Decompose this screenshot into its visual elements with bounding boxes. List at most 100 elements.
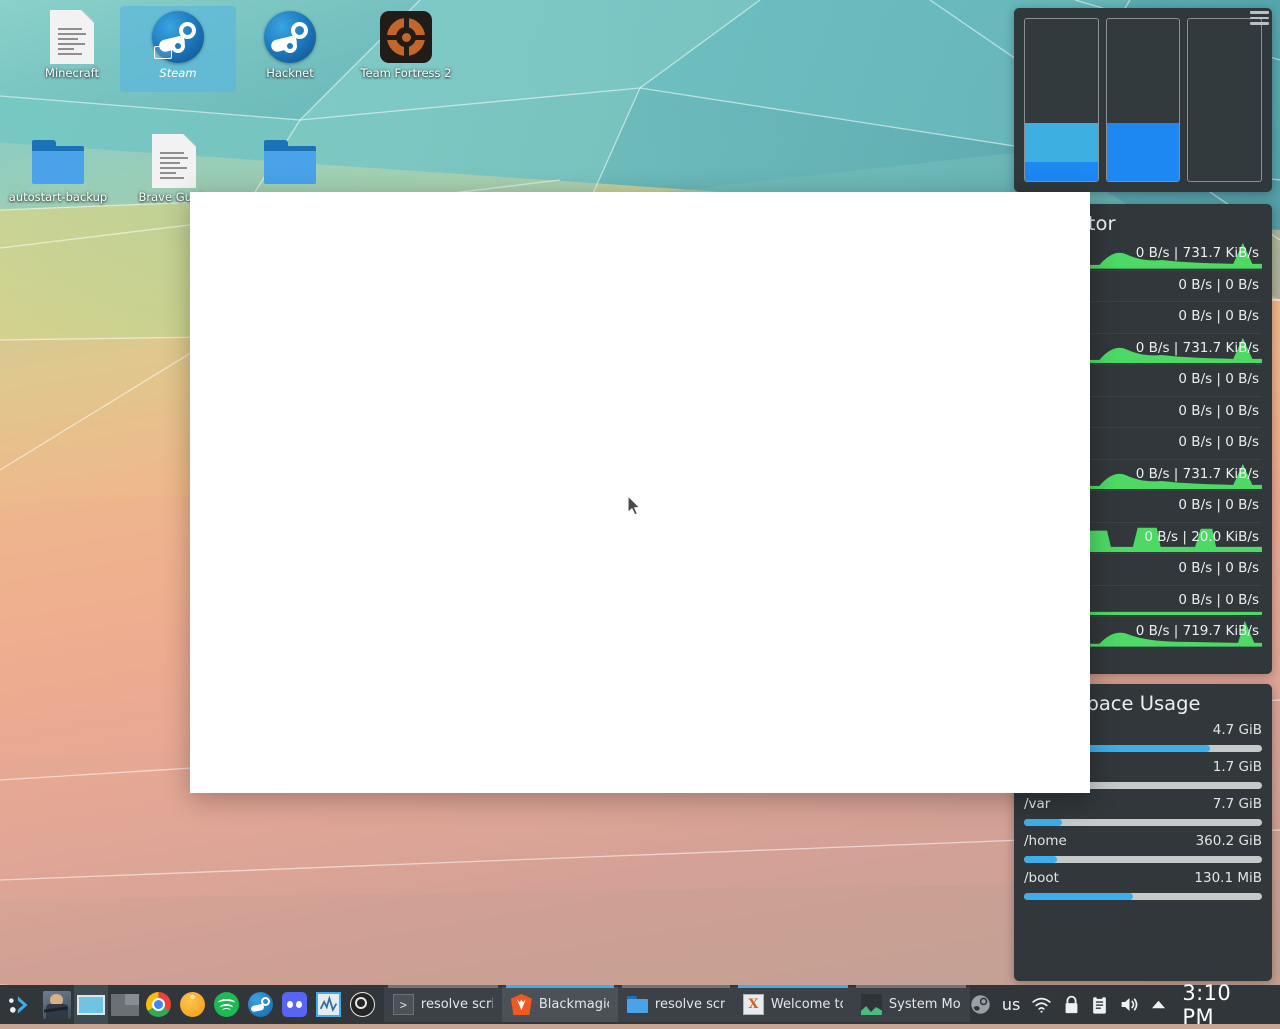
- fortnite-launcher[interactable]: [40, 985, 74, 1024]
- steam-icon: [248, 992, 274, 1017]
- chevron-up-icon: [1152, 1000, 1166, 1009]
- wxmaxima-icon: [316, 992, 342, 1017]
- gray-window-icon: [110, 993, 139, 1016]
- task-indicator: [621, 985, 730, 988]
- disk-io-value: 0 B/s | 731.7 KiB/s: [1135, 465, 1259, 482]
- steam-icon: [263, 10, 317, 64]
- document-icon: [45, 10, 99, 64]
- fortnite-icon: [49, 993, 63, 1005]
- taskbar-task-system-monitor[interactable]: System Mon...: [851, 985, 970, 1022]
- mount-size: 360.2 GiB: [1195, 833, 1262, 849]
- task-label: resolve scri...: [420, 997, 493, 1012]
- disk-io-value: 0 B/s | 0 B/s: [1178, 276, 1259, 293]
- keyboard-layout-indicator[interactable]: us: [1002, 995, 1020, 1014]
- desktop-icon-label: Team Fortress 2: [360, 66, 452, 80]
- desktop-icon-label: Hacknet: [266, 66, 314, 80]
- orange-launcher[interactable]: [176, 985, 210, 1024]
- desktop-icon-autostart-backup[interactable]: autostart-backup: [0, 130, 116, 216]
- task-indicator: [737, 985, 848, 988]
- workspace-pager-widget[interactable]: [1014, 8, 1272, 192]
- disk-io-value: 0 B/s | 731.7 KiB/s: [1135, 245, 1259, 261]
- task-indicator: [855, 985, 966, 988]
- taskbar-task-blackmagic[interactable]: Blackmagic ...: [501, 985, 618, 1022]
- disk-io-value: 0 B/s | 0 B/s: [1178, 371, 1259, 387]
- kde-logo-icon: [8, 995, 28, 1014]
- mount-size: 7.7 GiB: [1212, 796, 1262, 812]
- desktop-icon-hacknet[interactable]: Hacknet: [232, 6, 348, 92]
- mount-size: 1.7 GiB: [1212, 759, 1262, 775]
- mount-label: /home: [1024, 833, 1067, 849]
- workspace-3[interactable]: [1187, 18, 1263, 182]
- obs-launcher[interactable]: [346, 985, 380, 1024]
- folder-icon: [31, 134, 85, 188]
- mount-label: /var: [1024, 796, 1051, 812]
- blank-white-window[interactable]: [190, 192, 1090, 793]
- window-thumbnail: [1025, 161, 1098, 181]
- desktop-icon-minecraft[interactable]: Minecraft: [14, 6, 130, 92]
- mount-size: 4.7 GiB: [1212, 722, 1262, 738]
- volume-icon[interactable]: [1119, 995, 1140, 1014]
- lock-icon[interactable]: [1063, 995, 1080, 1015]
- disk-io-value: 0 B/s | 0 B/s: [1178, 560, 1259, 576]
- clock[interactable]: 3:10 PM: [1177, 981, 1269, 1029]
- application-launcher-icon[interactable]: [0, 985, 40, 1024]
- spotify-launcher[interactable]: [210, 985, 244, 1024]
- list-item[interactable]: /boot 130.1 MiB: [1024, 870, 1262, 900]
- list-item[interactable]: /home 360.2 GiB: [1024, 833, 1262, 863]
- task-indicator: [505, 985, 614, 988]
- disk-io-value: 0 B/s | 731.7 KiB/s: [1135, 339, 1259, 356]
- desktop-icon-label: Minecraft: [45, 66, 99, 80]
- taskbar-task-resolve-script-folder[interactable]: resolve scri...: [617, 985, 734, 1022]
- steam-launcher[interactable]: [244, 985, 278, 1024]
- taskbar: > resolve scri... Blackmagic ... resolve…: [0, 981, 1280, 1029]
- folder-icon: [626, 994, 648, 1015]
- volume-glyph: [1122, 998, 1138, 1011]
- task-indicator: [387, 985, 498, 988]
- usage-bar: [1024, 893, 1262, 900]
- mount-label: /boot: [1024, 870, 1059, 886]
- wxmaxima-launcher[interactable]: [312, 985, 346, 1024]
- taskbar-task-resolve-script-terminal[interactable]: > resolve scri...: [383, 985, 502, 1022]
- spotify-icon: [214, 992, 240, 1017]
- usage-bar: [1024, 819, 1262, 826]
- lock-glyph: [1065, 995, 1078, 1013]
- show-desktop-launcher[interactable]: [108, 985, 142, 1024]
- window-thumbnail: [1025, 122, 1098, 162]
- system-monitor-icon: [860, 994, 882, 1015]
- show-hidden-icons-arrow[interactable]: [1151, 999, 1166, 1010]
- disk-io-value: 0 B/s | 0 B/s: [1178, 402, 1259, 419]
- window-thumbnail: [1106, 122, 1180, 181]
- steam-tray-icon[interactable]: [970, 994, 991, 1015]
- taskbar-task-welcome[interactable]: X Welcome to...: [733, 985, 852, 1022]
- disk-io-value: 0 B/s | 0 B/s: [1178, 308, 1259, 324]
- hamburger-icon[interactable]: [1250, 11, 1269, 25]
- desktop-icon-team-fortress-2[interactable]: Team Fortress 2: [348, 6, 464, 92]
- workspace-1[interactable]: [1024, 18, 1099, 182]
- wifi-glyph: [1032, 997, 1052, 1013]
- brave-icon: [510, 994, 532, 1015]
- mount-size: 130.1 MiB: [1194, 870, 1262, 886]
- discord-launcher[interactable]: [278, 985, 312, 1024]
- workspace-2[interactable]: [1105, 18, 1181, 182]
- system-tray: us 3:10 PM: [970, 981, 1280, 1029]
- desktop-icon-label: Steam: [159, 66, 197, 80]
- task-manager: > resolve scri... Blackmagic ... resolve…: [383, 985, 970, 1024]
- discord-icon: [282, 992, 308, 1017]
- clipboard-icon[interactable]: [1091, 995, 1108, 1015]
- chrome-launcher[interactable]: [142, 985, 176, 1024]
- desktop-icon-steam[interactable]: Steam: [120, 6, 236, 92]
- obs-icon: [350, 992, 376, 1017]
- orange-icon: [180, 992, 206, 1017]
- network-wifi-icon[interactable]: [1031, 996, 1052, 1014]
- list-item[interactable]: /var 7.7 GiB: [1024, 796, 1262, 826]
- xapp-icon: X: [742, 994, 764, 1015]
- task-label: System Mon...: [888, 997, 961, 1012]
- task-label: Welcome to...: [770, 997, 843, 1012]
- mouse-pointer: [627, 495, 641, 516]
- chrome-icon: [146, 992, 172, 1017]
- task-label: resolve scri...: [654, 997, 725, 1012]
- tf2-icon: [379, 10, 433, 64]
- usage-bar: [1024, 856, 1262, 863]
- disk-io-value: 0 B/s | 0 B/s: [1178, 497, 1259, 513]
- blue-window-launcher[interactable]: [73, 985, 108, 1024]
